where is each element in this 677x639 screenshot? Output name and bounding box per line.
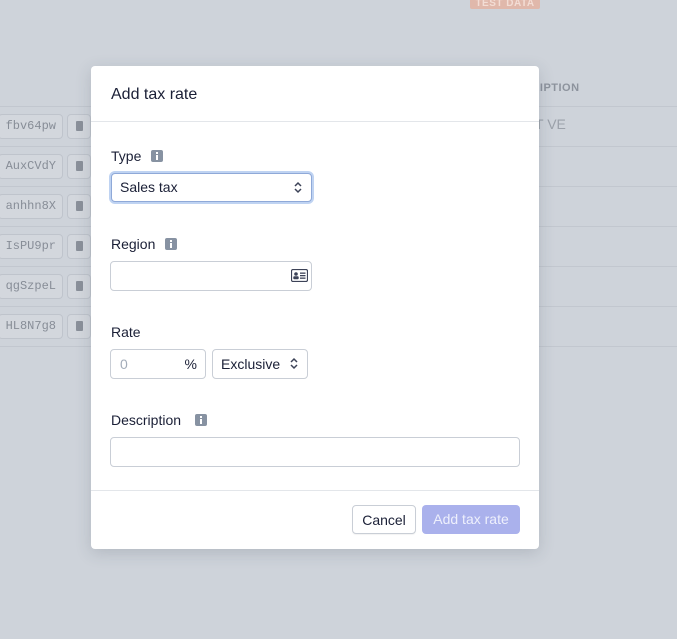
id-chip: AuxCVdY xyxy=(0,154,63,179)
header-divider xyxy=(91,121,539,122)
inclusive-select[interactable]: Exclusive xyxy=(212,349,308,379)
percent-unit: % xyxy=(184,356,197,372)
cancel-button[interactable]: Cancel xyxy=(352,505,416,534)
clipboard-icon xyxy=(67,154,91,179)
clipboard-icon xyxy=(67,314,91,339)
region-input[interactable] xyxy=(110,261,312,291)
type-select-value: Sales tax xyxy=(120,179,178,195)
clipboard-icon xyxy=(67,194,91,219)
type-select[interactable]: Sales tax xyxy=(111,173,312,202)
clipboard-icon xyxy=(67,274,91,299)
id-chip: qgSzpeL xyxy=(0,274,63,299)
dialog-title: Add tax rate xyxy=(111,86,198,103)
test-data-badge: TEST DATA xyxy=(470,0,540,9)
rate-placeholder: 0 xyxy=(120,356,128,372)
info-icon[interactable] xyxy=(151,150,163,162)
id-chip: anhhn8X xyxy=(0,194,63,219)
clipboard-icon xyxy=(67,234,91,259)
region-label: Region xyxy=(111,236,156,252)
footer-divider xyxy=(91,490,539,491)
id-chip: IsPU9pr xyxy=(0,234,63,259)
add-tax-rate-dialog: Add tax rate Type Sales tax Region Rate … xyxy=(91,66,539,549)
add-tax-rate-button[interactable]: Add tax rate xyxy=(422,505,520,534)
description-label: Description xyxy=(111,412,182,428)
id-chip: HL8N7g8 xyxy=(0,314,63,339)
inclusive-select-value: Exclusive xyxy=(221,356,281,372)
rate-input[interactable]: 0 % xyxy=(110,349,206,379)
id-chip: fbv64pw xyxy=(0,114,63,139)
info-icon[interactable] xyxy=(195,414,207,426)
contact-card-icon[interactable] xyxy=(291,269,308,282)
chevron-updown-icon xyxy=(294,181,302,194)
chevron-updown-icon xyxy=(290,357,298,370)
type-label: Type xyxy=(111,148,142,164)
clipboard-icon xyxy=(67,114,91,139)
rate-label: Rate xyxy=(111,324,141,340)
description-input[interactable] xyxy=(110,437,520,467)
row-description: T VE xyxy=(535,116,566,132)
info-icon[interactable] xyxy=(165,238,177,250)
